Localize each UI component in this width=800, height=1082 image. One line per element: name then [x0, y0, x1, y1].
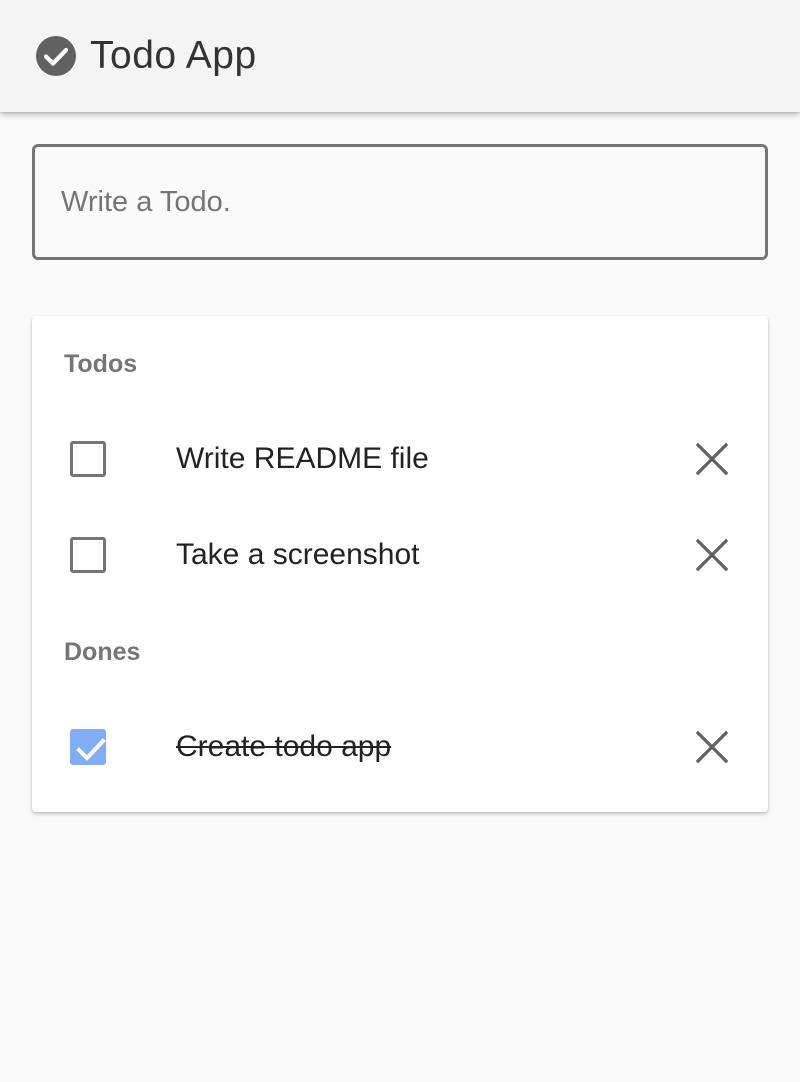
todo-input-container [32, 144, 768, 260]
app-bar: Todo App [0, 0, 800, 112]
check-circle-icon [36, 36, 76, 76]
todo-item-text: Take a screenshot [176, 538, 420, 571]
todo-item-text: Write README file [176, 442, 429, 475]
todo-list-card: Todos Write README file Take a screensho… [32, 316, 768, 812]
todo-checkbox[interactable] [70, 537, 106, 573]
todo-item: Take a screenshot [32, 508, 768, 604]
app-title: Todo App [90, 34, 257, 77]
dones-section-header: Dones [64, 638, 141, 666]
todos-section-header: Todos [64, 350, 138, 378]
todo-checkbox[interactable] [70, 441, 106, 477]
todo-item: Write README file [32, 412, 768, 508]
close-icon[interactable] [692, 535, 732, 575]
done-checkbox[interactable] [70, 729, 106, 765]
close-icon[interactable] [692, 439, 732, 479]
checkmark-icon [76, 738, 106, 761]
done-item-text: Create todo app [176, 730, 392, 763]
close-icon[interactable] [692, 727, 732, 767]
todo-input[interactable] [35, 147, 765, 257]
done-item: Create todo app [32, 700, 768, 796]
